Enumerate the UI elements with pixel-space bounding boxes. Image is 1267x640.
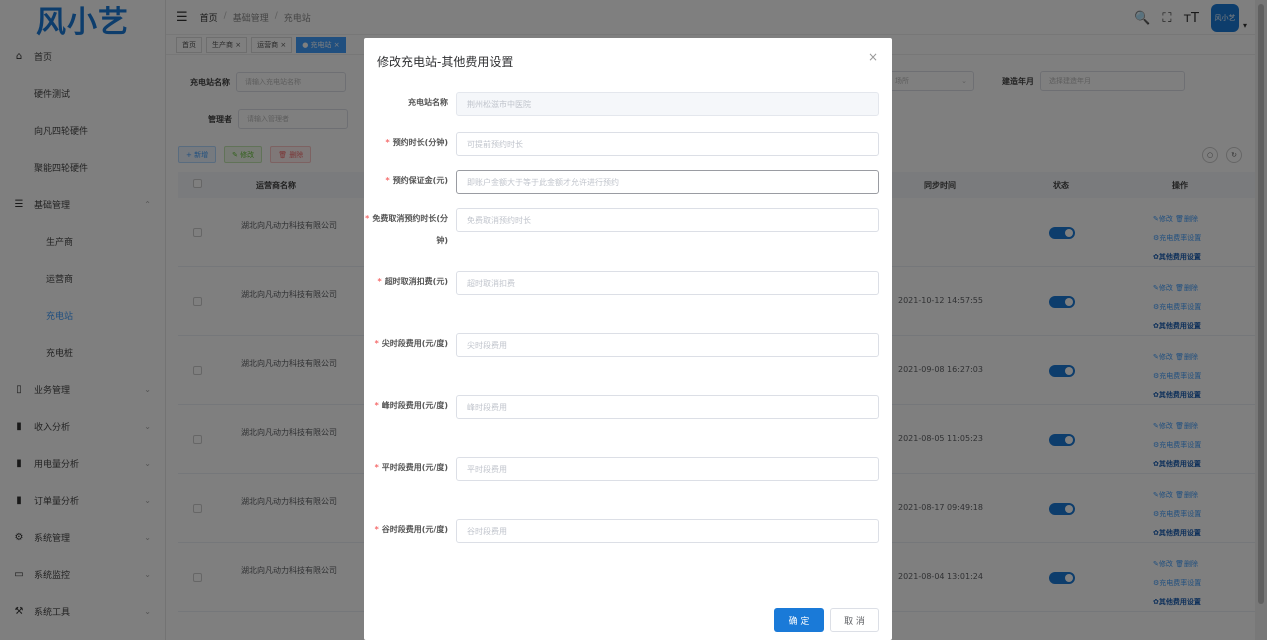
cancel-button[interactable]: 取 消 [830,608,879,632]
close-icon[interactable]: × [868,50,878,64]
form-label: * 峰时段费用(元/度) [358,395,448,417]
form-label-text: 谷时段费用(元/度) [381,525,448,534]
required-marker: * [374,401,379,410]
form-label-text: 充电站名称 [408,98,448,107]
form-input[interactable]: 平时段费用 [456,457,879,481]
form-input[interactable]: 峰时段费用 [456,395,879,419]
form-label: * 预约时长(分钟) [358,132,449,154]
form-label: * 免费取消预约时长(分钟) [358,208,448,252]
required-marker: * [365,214,370,223]
required-marker: * [385,138,390,147]
form-label: * 平时段费用(元/度) [358,457,448,479]
form-label: * 谷时段费用(元/度) [358,519,448,541]
form-input[interactable]: 可提前预约时长 [456,132,879,156]
required-marker: * [374,339,379,348]
form-label: * 超时取消扣费(元) [358,271,449,293]
form-input[interactable]: 谷时段费用 [456,519,879,543]
form-label: * 预约保证金(元) [358,170,449,192]
form-label: 充电站名称 [358,92,448,114]
form-label-text: 尖时段费用(元/度) [381,339,448,348]
form-input[interactable]: 免费取消预约时长 [456,208,879,232]
form-label-text: 超时取消扣费(元) [384,277,448,286]
dialog-title: 修改充电站-其他费用设置 [377,55,514,69]
form-label-text: 峰时段费用(元/度) [381,401,448,410]
form-label-text: 免费取消预约时长(分钟) [372,214,448,245]
required-marker: * [374,463,379,472]
required-marker: * [377,277,382,286]
confirm-button[interactable]: 确 定 [774,608,824,632]
form-input[interactable]: 即账户金额大于等于此金额才允许进行预约 [456,170,879,194]
form-label-text: 预约时长(分钟) [392,138,448,147]
form-input[interactable]: 超时取消扣费 [456,271,879,295]
required-marker: * [385,176,390,185]
form-input[interactable]: 尖时段费用 [456,333,879,357]
form-input: 荆州松滋市中医院 [456,92,879,116]
form-label-text: 预约保证金(元) [392,176,448,185]
form-label-text: 平时段费用(元/度) [381,463,448,472]
other-fees-dialog: 修改充电站-其他费用设置 × 充电站名称 荆州松滋市中医院 * 预约时长(分钟) 可提前… [364,38,892,640]
form-label: * 尖时段费用(元/度) [358,333,448,355]
required-marker: * [374,525,379,534]
